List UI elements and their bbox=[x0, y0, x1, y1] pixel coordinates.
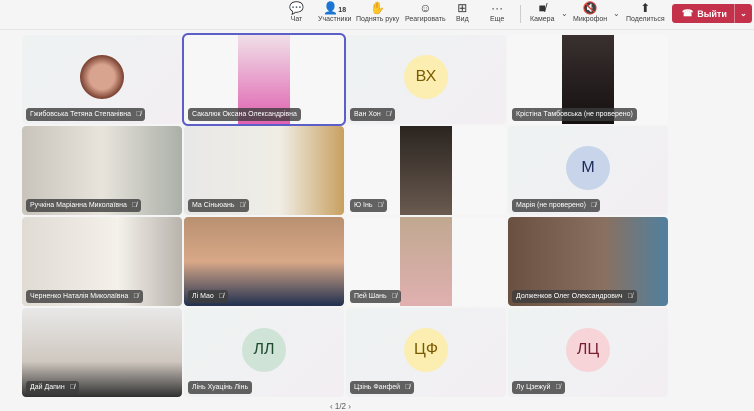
mic-muted-icon: 🎙̸ bbox=[218, 293, 225, 300]
participant-tile[interactable]: Ю Інь 🎙̸ bbox=[346, 126, 506, 215]
mic-muted-icon: 🎙̸ bbox=[239, 202, 245, 209]
participant-tile[interactable]: Сакалюк Оксана Олександрівна bbox=[182, 33, 346, 126]
mic-muted-icon: 🎙̸ bbox=[405, 384, 411, 391]
mic-muted-icon: 🎙̸ bbox=[391, 293, 397, 300]
avatar bbox=[80, 55, 124, 99]
mic-muted-icon: 🎙̸ bbox=[627, 293, 633, 300]
meeting-toolbar: 💬 Чат 👤18 Участники ✋ Поднять руку ☺ Реагиро… bbox=[0, 0, 754, 30]
mic-muted-icon: 🎙̸ bbox=[555, 384, 561, 391]
people-icon: 👤18 bbox=[323, 1, 347, 15]
participant-tile[interactable]: ЦФ Цзінь Фанфей 🎙̸ bbox=[346, 308, 506, 397]
participant-name-label: Черненко Наталія Миколаївна 🎙̸ bbox=[26, 290, 143, 303]
participant-name-label: Гжибовська Тетяна Степанівна 🎙̸ bbox=[26, 108, 146, 121]
participant-video bbox=[400, 126, 452, 215]
participant-tile[interactable]: Гжибовська Тетяна Степанівна 🎙̸ bbox=[22, 35, 182, 124]
phone-icon: ☎ bbox=[682, 8, 694, 18]
participant-name: Ма Сіньюань bbox=[192, 202, 235, 209]
raise-hand-button[interactable]: ✋ Поднять руку bbox=[356, 1, 399, 23]
participant-name-label: Марія (не проверено) 🎙̸ bbox=[512, 199, 601, 212]
participant-name: Ручкіна Маріанна Миколаївна bbox=[30, 202, 127, 209]
participant-name-label: Лінь Хуацінь Лінь bbox=[188, 381, 253, 394]
participant-name-label: Крістіна Тамбовська (не проверено) bbox=[512, 108, 637, 121]
mic-button[interactable]: 🔇 Микрофон bbox=[573, 1, 607, 23]
share-button[interactable]: ⬆ Поделиться bbox=[626, 1, 665, 23]
more-icon: ··· bbox=[491, 1, 504, 15]
participant-tile[interactable]: Крістіна Тамбовська (не проверено) bbox=[508, 35, 668, 124]
page-indicator[interactable]: ‹ 1/2 › bbox=[330, 402, 351, 411]
mic-muted-icon: 🎙̸ bbox=[591, 202, 597, 209]
avatar-initials: ВХ bbox=[404, 55, 448, 99]
participant-name: Лу Цзежуй bbox=[516, 384, 551, 391]
participant-name: Марія (не проверено) bbox=[516, 202, 587, 209]
participant-name-label: Пей Шань 🎙̸ bbox=[350, 290, 401, 303]
participant-tile[interactable]: Пей Шань 🎙̸ bbox=[346, 217, 506, 306]
participant-name: Крістіна Тамбовська (не проверено) bbox=[516, 111, 633, 118]
participant-video bbox=[400, 217, 452, 306]
avatar-initials: M bbox=[566, 146, 610, 190]
camera-options-chevron-icon[interactable]: ⌄ bbox=[561, 9, 568, 18]
participant-tile[interactable]: ЛЛ Лінь Хуацінь Лінь bbox=[184, 308, 344, 397]
hand-icon: ✋ bbox=[370, 1, 386, 15]
mic-muted-icon: 🎙̸ bbox=[69, 384, 75, 391]
participant-name-label: Ван Хон 🎙̸ bbox=[350, 108, 395, 121]
participant-tile[interactable]: Долженков Олег Олександрович 🎙̸ bbox=[508, 217, 668, 306]
participant-name: Ю Інь bbox=[354, 202, 373, 209]
participant-name-label: Ручкіна Маріанна Миколаївна 🎙̸ bbox=[26, 199, 142, 212]
divider bbox=[520, 5, 521, 23]
participant-name: Лінь Хуацінь Лінь bbox=[192, 384, 249, 391]
participant-tile[interactable]: Лі Мао 🎙̸ bbox=[184, 217, 344, 306]
participant-name: Ван Хон bbox=[354, 111, 381, 118]
mic-muted-icon: 🎙̸ bbox=[377, 202, 383, 209]
participant-name-label: Дай Дапин 🎙̸ bbox=[26, 381, 79, 394]
avatar-initials: ЛЦ bbox=[566, 328, 610, 372]
participant-name-label: Ю Інь 🎙̸ bbox=[350, 199, 387, 212]
grid-icon: ⊞ bbox=[457, 1, 468, 15]
react-button[interactable]: ☺ Реагировать bbox=[405, 1, 446, 23]
mic-muted-icon: 🔇 bbox=[582, 1, 598, 15]
participant-tile[interactable]: Ручкіна Маріанна Миколаївна 🎙̸ bbox=[22, 126, 182, 215]
chat-icon: 💬 bbox=[289, 1, 304, 15]
camera-button[interactable]: ■̸ Камера bbox=[530, 1, 554, 23]
participant-tile[interactable]: ВХ Ван Хон 🎙̸ bbox=[346, 35, 506, 124]
participant-name-label: Ма Сіньюань 🎙̸ bbox=[188, 199, 249, 212]
participant-name: Сакалюк Оксана Олександрівна bbox=[192, 111, 297, 118]
mic-muted-icon: 🎙̸ bbox=[131, 202, 138, 209]
participant-tile[interactable]: Дай Дапин 🎙̸ bbox=[22, 308, 182, 397]
participant-name: Цзінь Фанфей bbox=[354, 384, 401, 391]
leave-options-chevron-icon[interactable]: ⌄ bbox=[734, 4, 752, 23]
participant-name: Пей Шань bbox=[354, 293, 387, 300]
participant-tile[interactable]: ЛЦ Лу Цзежуй 🎙̸ bbox=[508, 308, 668, 397]
mic-options-chevron-icon[interactable]: ⌄ bbox=[613, 9, 620, 18]
avatar-initials: ЛЛ bbox=[242, 328, 286, 372]
participant-name-label: Сакалюк Оксана Олександрівна bbox=[188, 108, 301, 121]
avatar-initials: ЦФ bbox=[404, 328, 448, 372]
participant-name-label: Цзінь Фанфей 🎙̸ bbox=[350, 381, 415, 394]
mic-muted-icon: 🎙̸ bbox=[385, 111, 391, 118]
participant-name: Черненко Наталія Миколаївна bbox=[30, 293, 129, 300]
share-icon: ⬆ bbox=[640, 1, 651, 15]
participant-name-label: Лу Цзежуй 🎙̸ bbox=[512, 381, 565, 394]
view-button[interactable]: ⊞ Вид bbox=[456, 1, 469, 23]
more-button[interactable]: ··· Еще bbox=[490, 1, 504, 23]
participant-name: Долженков Олег Олександрович bbox=[516, 293, 623, 300]
participant-name: Лі Мао bbox=[192, 293, 214, 300]
participant-tile[interactable]: M Марія (не проверено) 🎙̸ bbox=[508, 126, 668, 215]
participants-button[interactable]: 👤18 Участники bbox=[318, 1, 351, 23]
participant-tile[interactable]: Черненко Наталія Миколаївна 🎙̸ bbox=[22, 217, 182, 306]
chat-button[interactable]: 💬 Чат bbox=[289, 1, 304, 23]
participant-name: Гжибовська Тетяна Степанівна bbox=[30, 111, 132, 118]
participant-name-label: Лі Мао 🎙̸ bbox=[188, 290, 229, 303]
leave-button[interactable]: ☎ Выйти ⌄ bbox=[672, 4, 752, 23]
mic-muted-icon: 🎙̸ bbox=[133, 293, 139, 300]
participant-name-label: Долженков Олег Олександрович 🎙̸ bbox=[512, 290, 637, 303]
smiley-icon: ☺ bbox=[419, 1, 432, 15]
participant-tile[interactable]: Ма Сіньюань 🎙̸ bbox=[184, 126, 344, 215]
camera-off-icon: ■̸ bbox=[538, 1, 546, 15]
mic-muted-icon: 🎙̸ bbox=[136, 111, 142, 118]
participant-name: Дай Дапин bbox=[30, 384, 65, 391]
